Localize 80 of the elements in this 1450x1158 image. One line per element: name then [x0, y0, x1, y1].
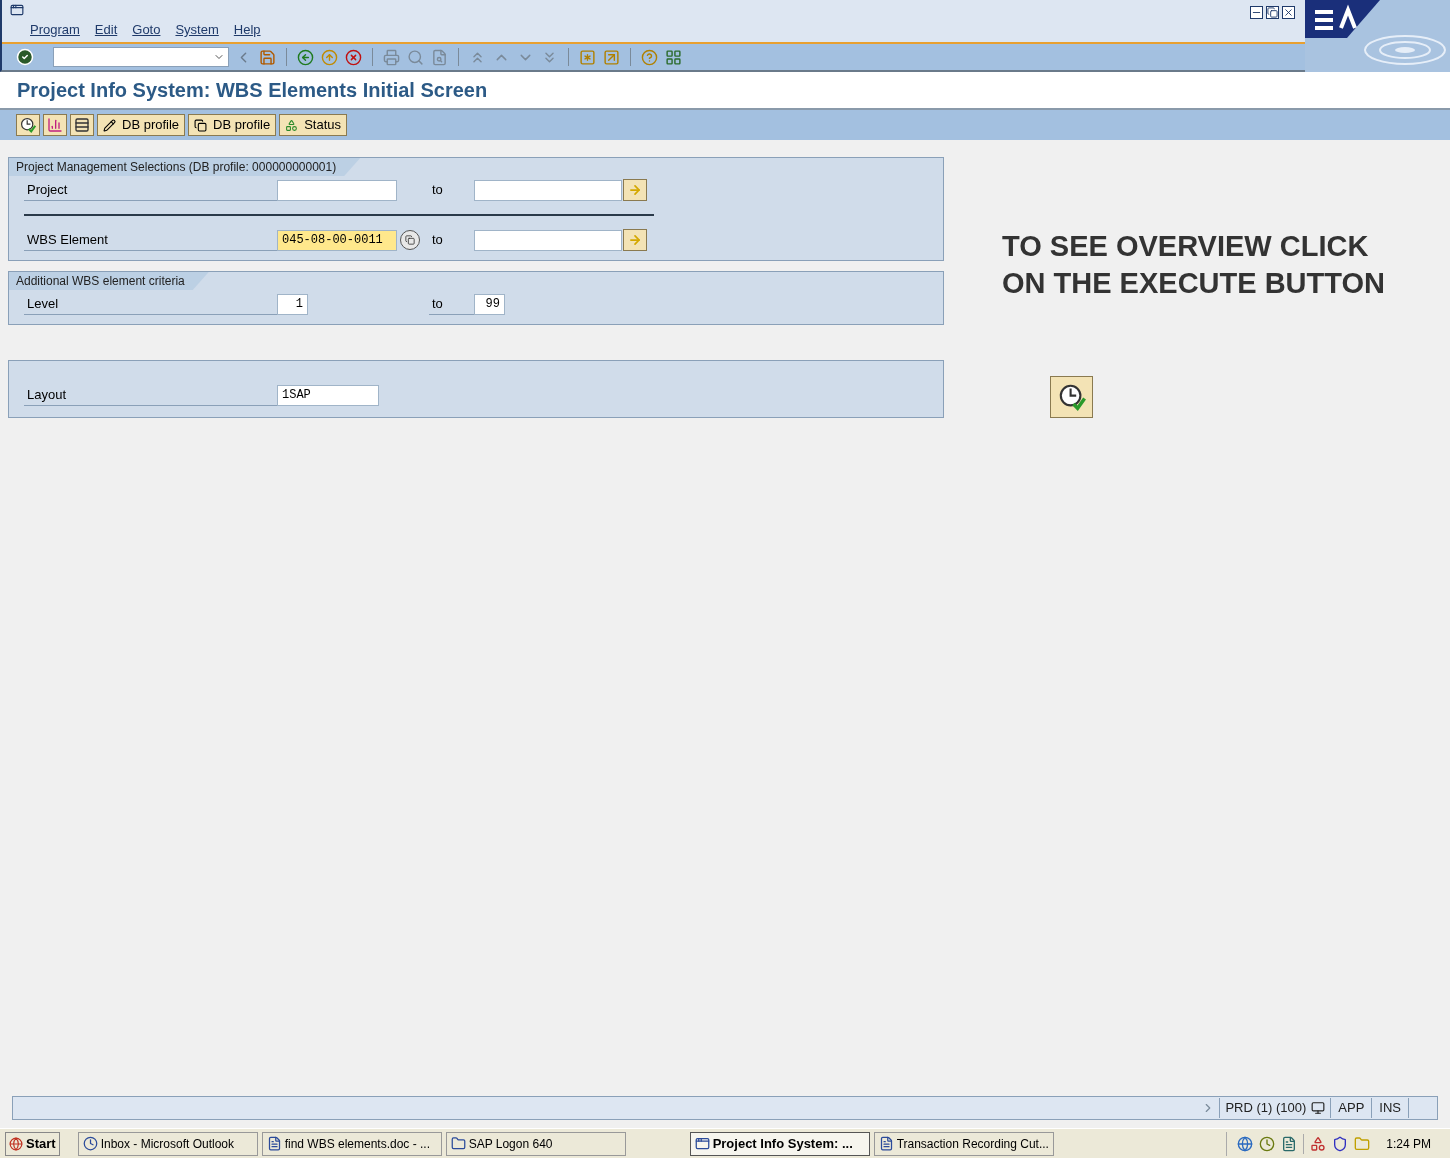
layout-icon[interactable] [665, 48, 682, 66]
clock-icon [82, 1136, 98, 1151]
shapes-icon [285, 118, 299, 132]
group-title: Project Management Selections (DB profile: 000000000001) [9, 158, 361, 176]
taskbar-task[interactable]: find WBS elements.doc - ... [261, 1131, 442, 1156]
taskbar-task[interactable]: Inbox - Microsoft Outlook [77, 1131, 258, 1156]
document-icon [266, 1136, 282, 1151]
input-field[interactable] [474, 229, 622, 251]
field-label: to [431, 181, 444, 199]
find-next-icon[interactable] [431, 48, 448, 66]
menu-item[interactable]: Goto [132, 20, 161, 40]
print-icon[interactable] [383, 48, 400, 66]
cancel-icon[interactable] [345, 48, 362, 66]
execute-button[interactable] [1050, 376, 1093, 418]
instruction-text: ON THE EXECUTE BUTTON [1002, 266, 1385, 301]
shapes-icon[interactable] [1310, 1135, 1327, 1152]
toolbar-button[interactable]: DB profile [97, 114, 186, 136]
window-icon [694, 1136, 710, 1151]
toolbar-button[interactable]: DB profile [188, 114, 277, 136]
start-button[interactable]: Start [5, 1131, 60, 1156]
toolbar-button[interactable] [70, 114, 94, 136]
group-title: Additional WBS element criteria [9, 272, 209, 290]
toolbar-button[interactable]: Status [279, 114, 347, 136]
input-field[interactable] [474, 179, 622, 201]
execute-icon [20, 117, 36, 133]
clock-time: 1:24 PM [1386, 1135, 1431, 1153]
session-icon[interactable] [1311, 1101, 1326, 1115]
enter-icon[interactable] [16, 48, 34, 66]
toolbar-button[interactable] [16, 114, 40, 136]
menu-item[interactable]: Edit [94, 20, 118, 40]
browser-icon[interactable] [1237, 1135, 1254, 1152]
taskbar-task[interactable]: Project Info System: ... [689, 1131, 870, 1156]
field-label: Level [24, 293, 277, 315]
field-label: WBS Element [24, 229, 277, 251]
multiple-selection-button[interactable] [623, 229, 647, 251]
taskbar-task[interactable]: Transaction Recording Cut... [873, 1131, 1054, 1156]
taskbar-task[interactable]: SAP Logon 640 [445, 1131, 626, 1156]
instruction-text: TO SEE OVERVIEW CLICK [1002, 229, 1370, 264]
input-field[interactable]: 045-08-00-0011 [277, 229, 397, 251]
back-icon[interactable] [297, 48, 314, 66]
pencil-icon [103, 118, 116, 132]
document-icon [878, 1136, 894, 1151]
restore-icon[interactable] [1266, 6, 1279, 19]
save-icon[interactable] [259, 48, 276, 66]
table-icon [74, 117, 90, 133]
arrow-right-icon [628, 183, 642, 197]
multiple-selection-button[interactable] [623, 179, 647, 201]
menu-item[interactable]: Program [30, 20, 80, 40]
document-icon[interactable] [1281, 1135, 1298, 1152]
execute-icon [1057, 383, 1086, 411]
search-help-icon[interactable] [400, 230, 420, 250]
system-info: PRD (1) (100) [1219, 1098, 1312, 1118]
menu-item[interactable]: System [175, 20, 219, 40]
input-field[interactable]: 99 [474, 293, 505, 315]
exit-icon[interactable] [321, 48, 338, 66]
clock-icon[interactable] [1259, 1135, 1276, 1152]
mode-info: INS [1371, 1098, 1409, 1118]
arrow-right-icon [628, 233, 642, 247]
search-icon[interactable] [407, 48, 424, 66]
copy-icon [194, 118, 208, 132]
folder-icon [450, 1136, 466, 1151]
new-session-icon[interactable] [579, 48, 596, 66]
shortcut-icon[interactable] [603, 48, 620, 66]
input-field[interactable] [277, 179, 397, 201]
folder-icon[interactable] [1354, 1135, 1371, 1152]
input-field[interactable]: 1SAP [277, 384, 379, 406]
field-label: Project [24, 179, 277, 201]
input-field[interactable]: 1 [277, 293, 308, 315]
screen-title: Project Info System: WBS Elements Initial Screen [17, 78, 488, 103]
field-label: Layout [24, 384, 277, 406]
columns-icon [47, 117, 63, 133]
menu-item[interactable]: Help [233, 20, 261, 40]
close-icon[interactable] [1282, 6, 1295, 19]
server-info: APP [1330, 1098, 1372, 1118]
system-menu-icon[interactable] [10, 3, 24, 17]
help-icon[interactable] [641, 48, 658, 66]
command-field[interactable] [53, 47, 229, 67]
shield-icon[interactable] [1332, 1135, 1349, 1152]
minimize-icon[interactable] [1250, 6, 1263, 19]
field-label: to [431, 231, 444, 249]
